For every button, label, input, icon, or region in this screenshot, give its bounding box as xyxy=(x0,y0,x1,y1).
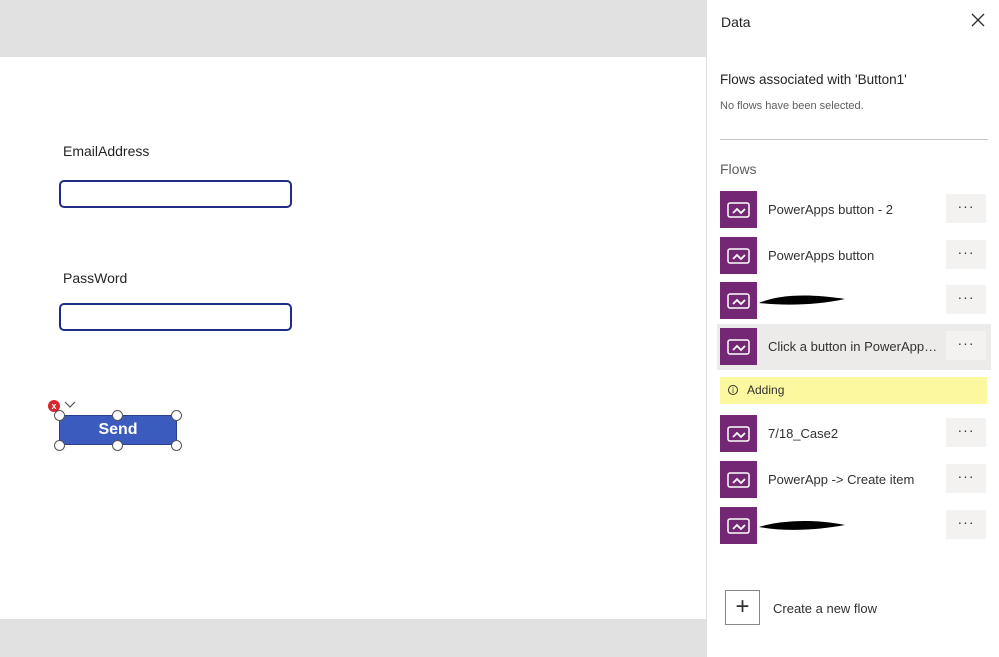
more-options-button[interactable]: ··· xyxy=(946,285,986,314)
flow-item[interactable]: 7/18_Case2 ··· xyxy=(717,411,991,457)
flow-name: PowerApps button - 2 xyxy=(768,202,894,217)
panel-title: Data xyxy=(721,14,751,30)
resize-handle-bottom-left[interactable] xyxy=(54,440,65,451)
info-icon: i xyxy=(728,385,738,395)
chevron-down-icon[interactable] xyxy=(64,399,76,409)
flow-name: PowerApps button xyxy=(768,248,875,263)
resize-handle-top-right[interactable] xyxy=(171,410,182,421)
adding-status-banner: i Adding xyxy=(720,377,987,404)
app-canvas xyxy=(0,57,706,619)
flow-item[interactable]: PowerApp -> Create item ··· xyxy=(717,457,991,503)
divider xyxy=(720,139,988,140)
email-input[interactable] xyxy=(59,180,292,208)
powerapps-flow-icon xyxy=(720,415,757,452)
resize-handle-top[interactable] xyxy=(112,410,123,421)
flow-item[interactable]: PowerApps button - 2 ··· xyxy=(717,187,991,233)
flow-name: 7/18_Case2 xyxy=(768,426,839,441)
powerapps-flow-icon xyxy=(720,191,757,228)
plus-icon: + xyxy=(725,590,760,625)
more-options-button[interactable]: ··· xyxy=(946,464,986,493)
redaction-mark xyxy=(759,520,845,530)
powerapps-flow-icon xyxy=(720,507,757,544)
canvas-top-bar xyxy=(0,0,706,57)
flow-item-selected[interactable]: Click a button in PowerApps... ··· xyxy=(717,324,991,370)
more-options-button[interactable]: ··· xyxy=(946,510,986,539)
close-icon[interactable] xyxy=(971,13,985,27)
more-options-button[interactable]: ··· xyxy=(946,240,986,269)
email-label: EmailAddress xyxy=(63,143,150,159)
flows-heading: Flows xyxy=(720,161,757,177)
more-options-button[interactable]: ··· xyxy=(946,418,986,447)
flow-name: Click a button in PowerApps... xyxy=(768,339,938,354)
canvas-bottom-bar xyxy=(0,619,706,657)
flow-item[interactable]: PowerApps button ··· xyxy=(717,233,991,279)
no-flows-text: No flows have been selected. xyxy=(720,100,864,112)
flow-name: PowerApp -> Create item xyxy=(768,472,915,487)
powerapps-flow-icon xyxy=(720,237,757,274)
resize-handle-top-left[interactable] xyxy=(54,410,65,421)
powerapps-flow-icon xyxy=(720,328,757,365)
more-options-button[interactable]: ··· xyxy=(946,194,986,223)
redaction-mark xyxy=(759,295,845,305)
create-new-flow-label: Create a new flow xyxy=(773,601,878,616)
password-label: PassWord xyxy=(63,270,128,286)
data-panel: Data Flows associated with 'Button1' No … xyxy=(706,0,999,657)
powerapps-flow-icon xyxy=(720,282,757,319)
resize-handle-bottom-right[interactable] xyxy=(171,440,182,451)
password-input[interactable] xyxy=(59,303,292,331)
adding-status-text: Adding xyxy=(747,383,785,397)
powerapps-flow-icon xyxy=(720,461,757,498)
flow-item[interactable]: ··· xyxy=(717,503,991,549)
resize-handle-bottom[interactable] xyxy=(112,440,123,451)
flow-item[interactable]: ··· xyxy=(717,278,991,324)
create-new-flow-button[interactable]: + Create a new flow xyxy=(725,590,985,628)
associated-flows-heading: Flows associated with 'Button1' xyxy=(720,72,907,87)
more-options-button[interactable]: ··· xyxy=(946,331,986,360)
